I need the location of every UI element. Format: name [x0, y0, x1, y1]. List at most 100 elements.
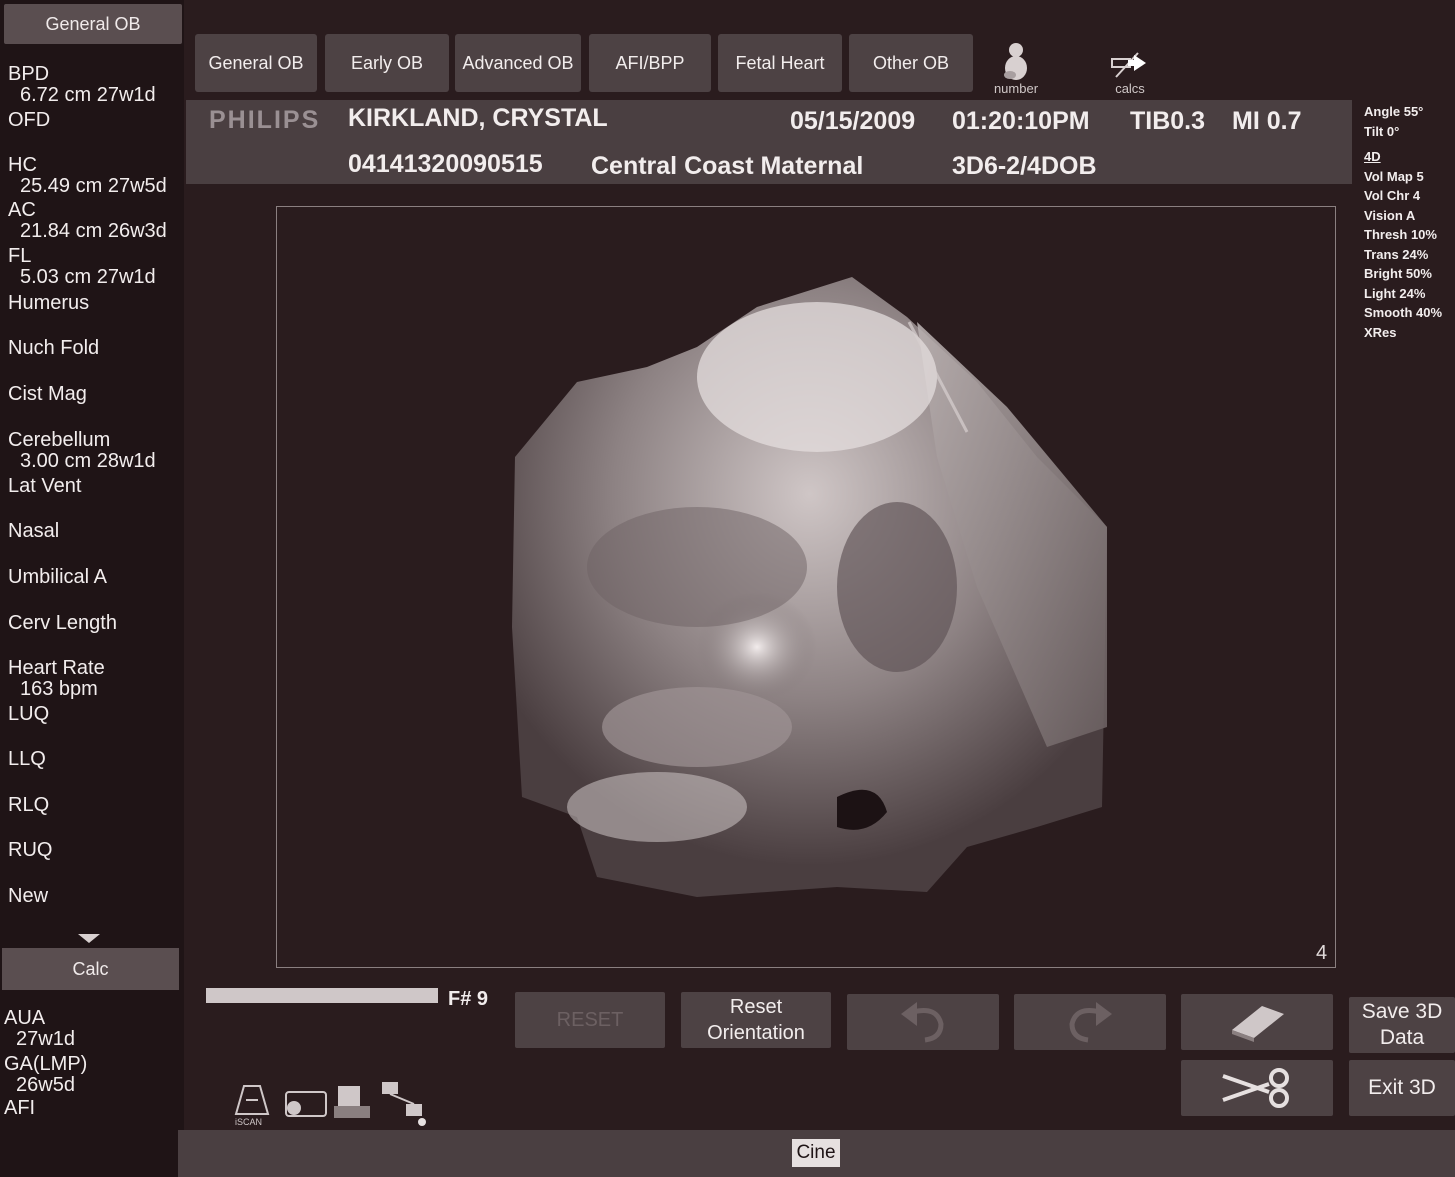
sidebar-item-nasal[interactable]: Nasal: [8, 521, 59, 542]
measurement-value: 163 bpm: [20, 678, 98, 700]
sidebar-item-humerus[interactable]: Humerus: [8, 293, 89, 314]
tab-afi-bpp[interactable]: AFI/BPP: [589, 34, 711, 92]
undo-button[interactable]: [847, 994, 999, 1050]
measurement-value: 5.03 cm 27w1d: [20, 266, 156, 288]
sidebar-item-umbilical-a[interactable]: Umbilical A: [8, 567, 107, 588]
calc-button[interactable]: Calc: [2, 948, 179, 990]
sidebar-item-heart-rate[interactable]: Heart Rate 163 bpm: [8, 658, 105, 700]
status-icons-row: iSCAN: [232, 1078, 432, 1128]
redo-icon: [1069, 1002, 1112, 1043]
sidebar-item-rlq[interactable]: RLQ: [8, 795, 49, 816]
sidebar-item-hc[interactable]: HC 25.49 cm 27w5d: [8, 155, 167, 197]
calcs-arrow-icon: [1111, 52, 1146, 78]
save-3d-data-button[interactable]: Save 3D Data: [1349, 997, 1455, 1053]
measurement-label: Cist Mag: [8, 383, 87, 405]
iscan-icon: iSCAN: [234, 1085, 270, 1127]
measurement-label: Lat Vent: [8, 475, 82, 497]
sidebar-item-ruq[interactable]: RUQ: [8, 840, 52, 861]
measurement-label: RUQ: [8, 839, 53, 861]
sidebar-item-cerebellum[interactable]: Cerebellum 3.00 cm 28w1d: [8, 430, 156, 472]
cine-slider[interactable]: [206, 988, 438, 1003]
sidebar-item-nuch-fold[interactable]: Nuch Fold: [8, 338, 99, 359]
reset-orientation-button[interactable]: Reset Orientation: [681, 992, 831, 1048]
measurement-value: 21.84 cm 26w3d: [20, 220, 167, 242]
scroll-down-icon[interactable]: [78, 934, 100, 943]
summary-afi: AFI: [4, 1098, 35, 1119]
sidebar-item-ac[interactable]: AC 21.84 cm 26w3d: [8, 200, 167, 242]
undo-icon: [901, 1002, 944, 1043]
sidebar-item-luq[interactable]: LUQ: [8, 704, 49, 725]
measurement-label: Umbilical A: [8, 566, 107, 588]
measurement-label: RLQ: [8, 794, 50, 816]
measurement-label: Nasal: [8, 520, 60, 542]
probe-preset: 3D6-2/4DOB: [952, 152, 1097, 180]
summary-value: 27w1d: [16, 1028, 75, 1050]
sidebar-item-bpd[interactable]: BPD 6.72 cm 27w1d: [8, 64, 156, 106]
sidebar-item-new[interactable]: New: [8, 886, 48, 907]
sidebar-item-ofd[interactable]: OFD: [8, 110, 50, 131]
param-mode: 4D: [1364, 149, 1381, 164]
measurement-label: AC: [8, 199, 36, 221]
summary-aua: AUA 27w1d: [4, 1008, 75, 1050]
scissors-button[interactable]: [1181, 1060, 1333, 1116]
measurement-label: Humerus: [8, 292, 90, 314]
measurement-label: New: [8, 885, 49, 907]
measurement-label: BPD: [8, 63, 50, 85]
measurement-label: LLQ: [8, 748, 46, 770]
redo-button[interactable]: [1014, 994, 1166, 1050]
network-icon: [382, 1082, 426, 1126]
sidebar-item-llq[interactable]: LLQ: [8, 749, 46, 770]
sidebar-item-cist-mag[interactable]: Cist Mag: [8, 384, 87, 405]
param-bright: Bright 50%: [1364, 266, 1432, 281]
summary-value: 26w5d: [16, 1074, 75, 1096]
measurement-label: Cerv Length: [8, 612, 117, 634]
measurement-value: 3.00 cm 28w1d: [20, 450, 156, 472]
cine-indicator[interactable]: Cine: [792, 1139, 840, 1167]
summary-label: GA(LMP): [4, 1053, 88, 1075]
exam-date: 05/15/2009: [790, 107, 916, 135]
calcs-button[interactable]: calcs: [1100, 38, 1160, 96]
param-light: Light 24%: [1364, 285, 1426, 301]
param-thresh: Thresh 10%: [1364, 227, 1437, 242]
reset-button[interactable]: RESET: [515, 992, 665, 1048]
ultrasound-viewport[interactable]: [276, 206, 1336, 968]
tab-fetal-heart[interactable]: Fetal Heart: [718, 34, 842, 92]
brand-logo: PHILIPS: [209, 106, 321, 134]
eraser-button[interactable]: [1181, 994, 1333, 1050]
iscan-label: iSCAN: [235, 1117, 262, 1127]
tib-value: TIB0.3: [1130, 107, 1206, 135]
tab-advanced-ob[interactable]: Advanced OB: [455, 34, 581, 92]
exam-time: 01:20:10PM: [952, 107, 1090, 135]
facility-name: Central Coast Maternal: [591, 152, 864, 180]
number-label: number: [993, 81, 1039, 96]
tab-general-ob[interactable]: General OB: [195, 34, 317, 92]
measurement-label: LUQ: [8, 703, 50, 725]
measurement-label: OFD: [8, 109, 51, 131]
sidebar-item-cerv-length[interactable]: Cerv Length: [8, 613, 117, 634]
calcs-label: calcs: [1115, 81, 1145, 96]
measurement-label: Nuch Fold: [8, 337, 100, 359]
tab-other-ob[interactable]: Other OB: [849, 34, 973, 92]
eraser-icon: [1232, 1006, 1284, 1042]
frame-counter: F# 9: [448, 988, 489, 1010]
param-vol-map: Vol Map 5: [1364, 168, 1424, 184]
param-xres: XRes: [1364, 324, 1397, 340]
frame-number: 4: [1316, 942, 1328, 964]
exit-3d-button[interactable]: Exit 3D: [1349, 1060, 1455, 1116]
param-trans: Trans 24%: [1364, 246, 1429, 262]
tab-early-ob[interactable]: Early OB: [325, 34, 449, 92]
measurement-value: 6.72 cm 27w1d: [20, 84, 156, 106]
param-tilt: Tilt 0°: [1364, 123, 1400, 139]
patient-name: KIRKLAND, CRYSTAL: [348, 104, 608, 132]
summary-label: AFI: [4, 1097, 36, 1119]
sidebar-header[interactable]: General OB: [4, 4, 182, 44]
fetal-3d-render-image: [512, 277, 1107, 897]
measurement-sidebar: General OB BPD 6.72 cm 27w1d OFD HC 25.49 …: [0, 0, 184, 1177]
device-icons: iSCAN: [234, 1082, 426, 1127]
mi-value: MI 0.7: [1232, 107, 1302, 135]
param-smooth: Smooth 40%: [1364, 305, 1443, 320]
scissors-icon: [1222, 1068, 1289, 1108]
sidebar-item-fl[interactable]: FL 5.03 cm 27w1d: [8, 246, 156, 288]
sidebar-item-lat-vent[interactable]: Lat Vent: [8, 476, 81, 497]
number-button[interactable]: number: [986, 38, 1046, 96]
